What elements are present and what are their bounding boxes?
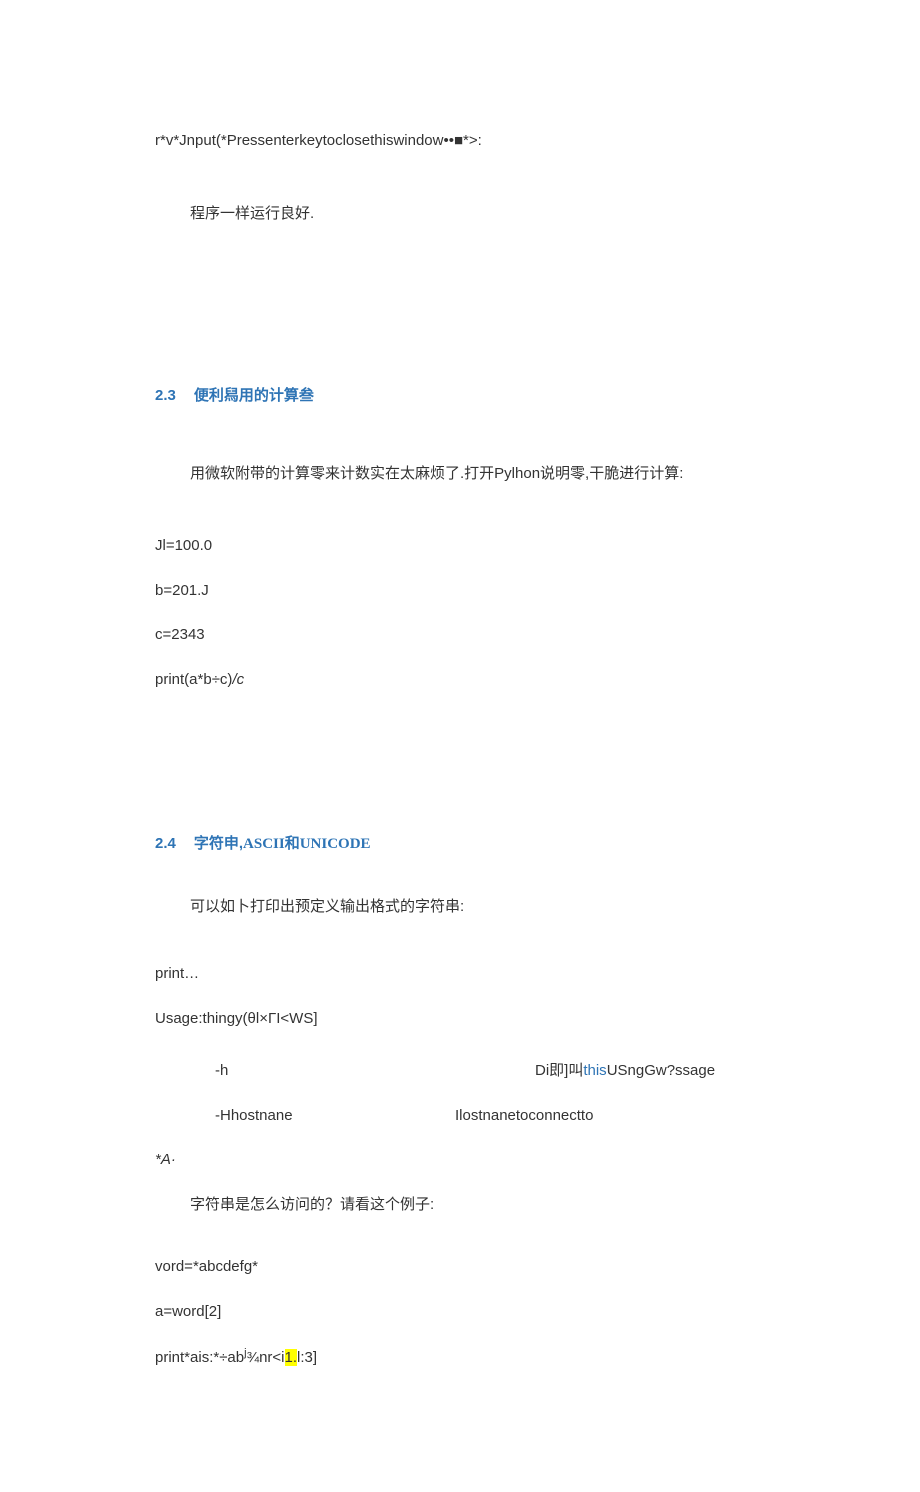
code-col-right: Ilostnanetoconnectto bbox=[455, 1105, 765, 1128]
section-title-b: ASCII和UNICODE bbox=[243, 836, 371, 852]
code-line: c=2343 bbox=[155, 624, 765, 647]
code-block-2-3: Jl=100.0 b=201.J c=2343 print(a*b÷c)/c bbox=[155, 535, 765, 691]
code-line: a=word[2] bbox=[155, 1301, 765, 1324]
paragraph-2-4a: 可以如卜打印出预定义输出格式的字符串: bbox=[155, 896, 765, 919]
code-line: Usage:thingy(θl×ΓI<WS] bbox=[155, 1008, 765, 1031]
section-heading-2-3: 2.3 便利舄用的计算叁 bbox=[155, 385, 765, 408]
code-line-italic: *A· bbox=[155, 1149, 765, 1172]
code-line: vord=*abcdefg* bbox=[155, 1256, 765, 1279]
code-col-right: Di即]叫thisUSngGw?ssage bbox=[455, 1060, 765, 1083]
code-row-hostname: -Hhostnane Ilostnanetoconnectto bbox=[155, 1105, 765, 1128]
code-line: b=201.J bbox=[155, 580, 765, 603]
section-title-a: 字符申, bbox=[194, 835, 243, 852]
section-num: 2.4 bbox=[155, 833, 176, 856]
code-line: print… bbox=[155, 963, 765, 986]
code-col-left: -Hhostnane bbox=[155, 1105, 455, 1128]
code-line: Jl=100.0 bbox=[155, 535, 765, 558]
highlight-text: 1. bbox=[285, 1349, 298, 1366]
code-line: print(a*b÷c)/c bbox=[155, 669, 765, 692]
code-line: print*ais:*÷abj¾nr<i1.l:3] bbox=[155, 1345, 765, 1370]
paragraph-2-3-intro: 用微软附带的计算零来计数实在太麻烦了.打开Pylhon说明零,干脆进行计算: bbox=[155, 463, 765, 486]
link-this: this bbox=[583, 1062, 606, 1079]
code-block-2-4a: print… Usage:thingy(θl×ΓI<WS] -h Di即]叫th… bbox=[155, 963, 765, 1172]
code-col-left: -h bbox=[155, 1060, 455, 1083]
paragraph-2-4b: 字符串是怎么访问的？请看这个例子: bbox=[155, 1194, 765, 1217]
section-title: 便利舄用的计算叁 bbox=[194, 387, 314, 404]
paragraph-runs-well: 程序一样运行良好. bbox=[155, 203, 765, 226]
code-row-h: -h Di即]叫thisUSngGw?ssage bbox=[155, 1060, 765, 1083]
section-num: 2.3 bbox=[155, 385, 176, 408]
section-heading-2-4: 2.4 字符申,ASCII和UNICODE bbox=[155, 833, 765, 856]
code-block-2-4b: vord=*abcdefg* a=word[2] print*ais:*÷abj… bbox=[155, 1256, 765, 1370]
code-line-top: r*v*Jnput(*Pressenterkeytoclosethiswindo… bbox=[155, 130, 765, 153]
